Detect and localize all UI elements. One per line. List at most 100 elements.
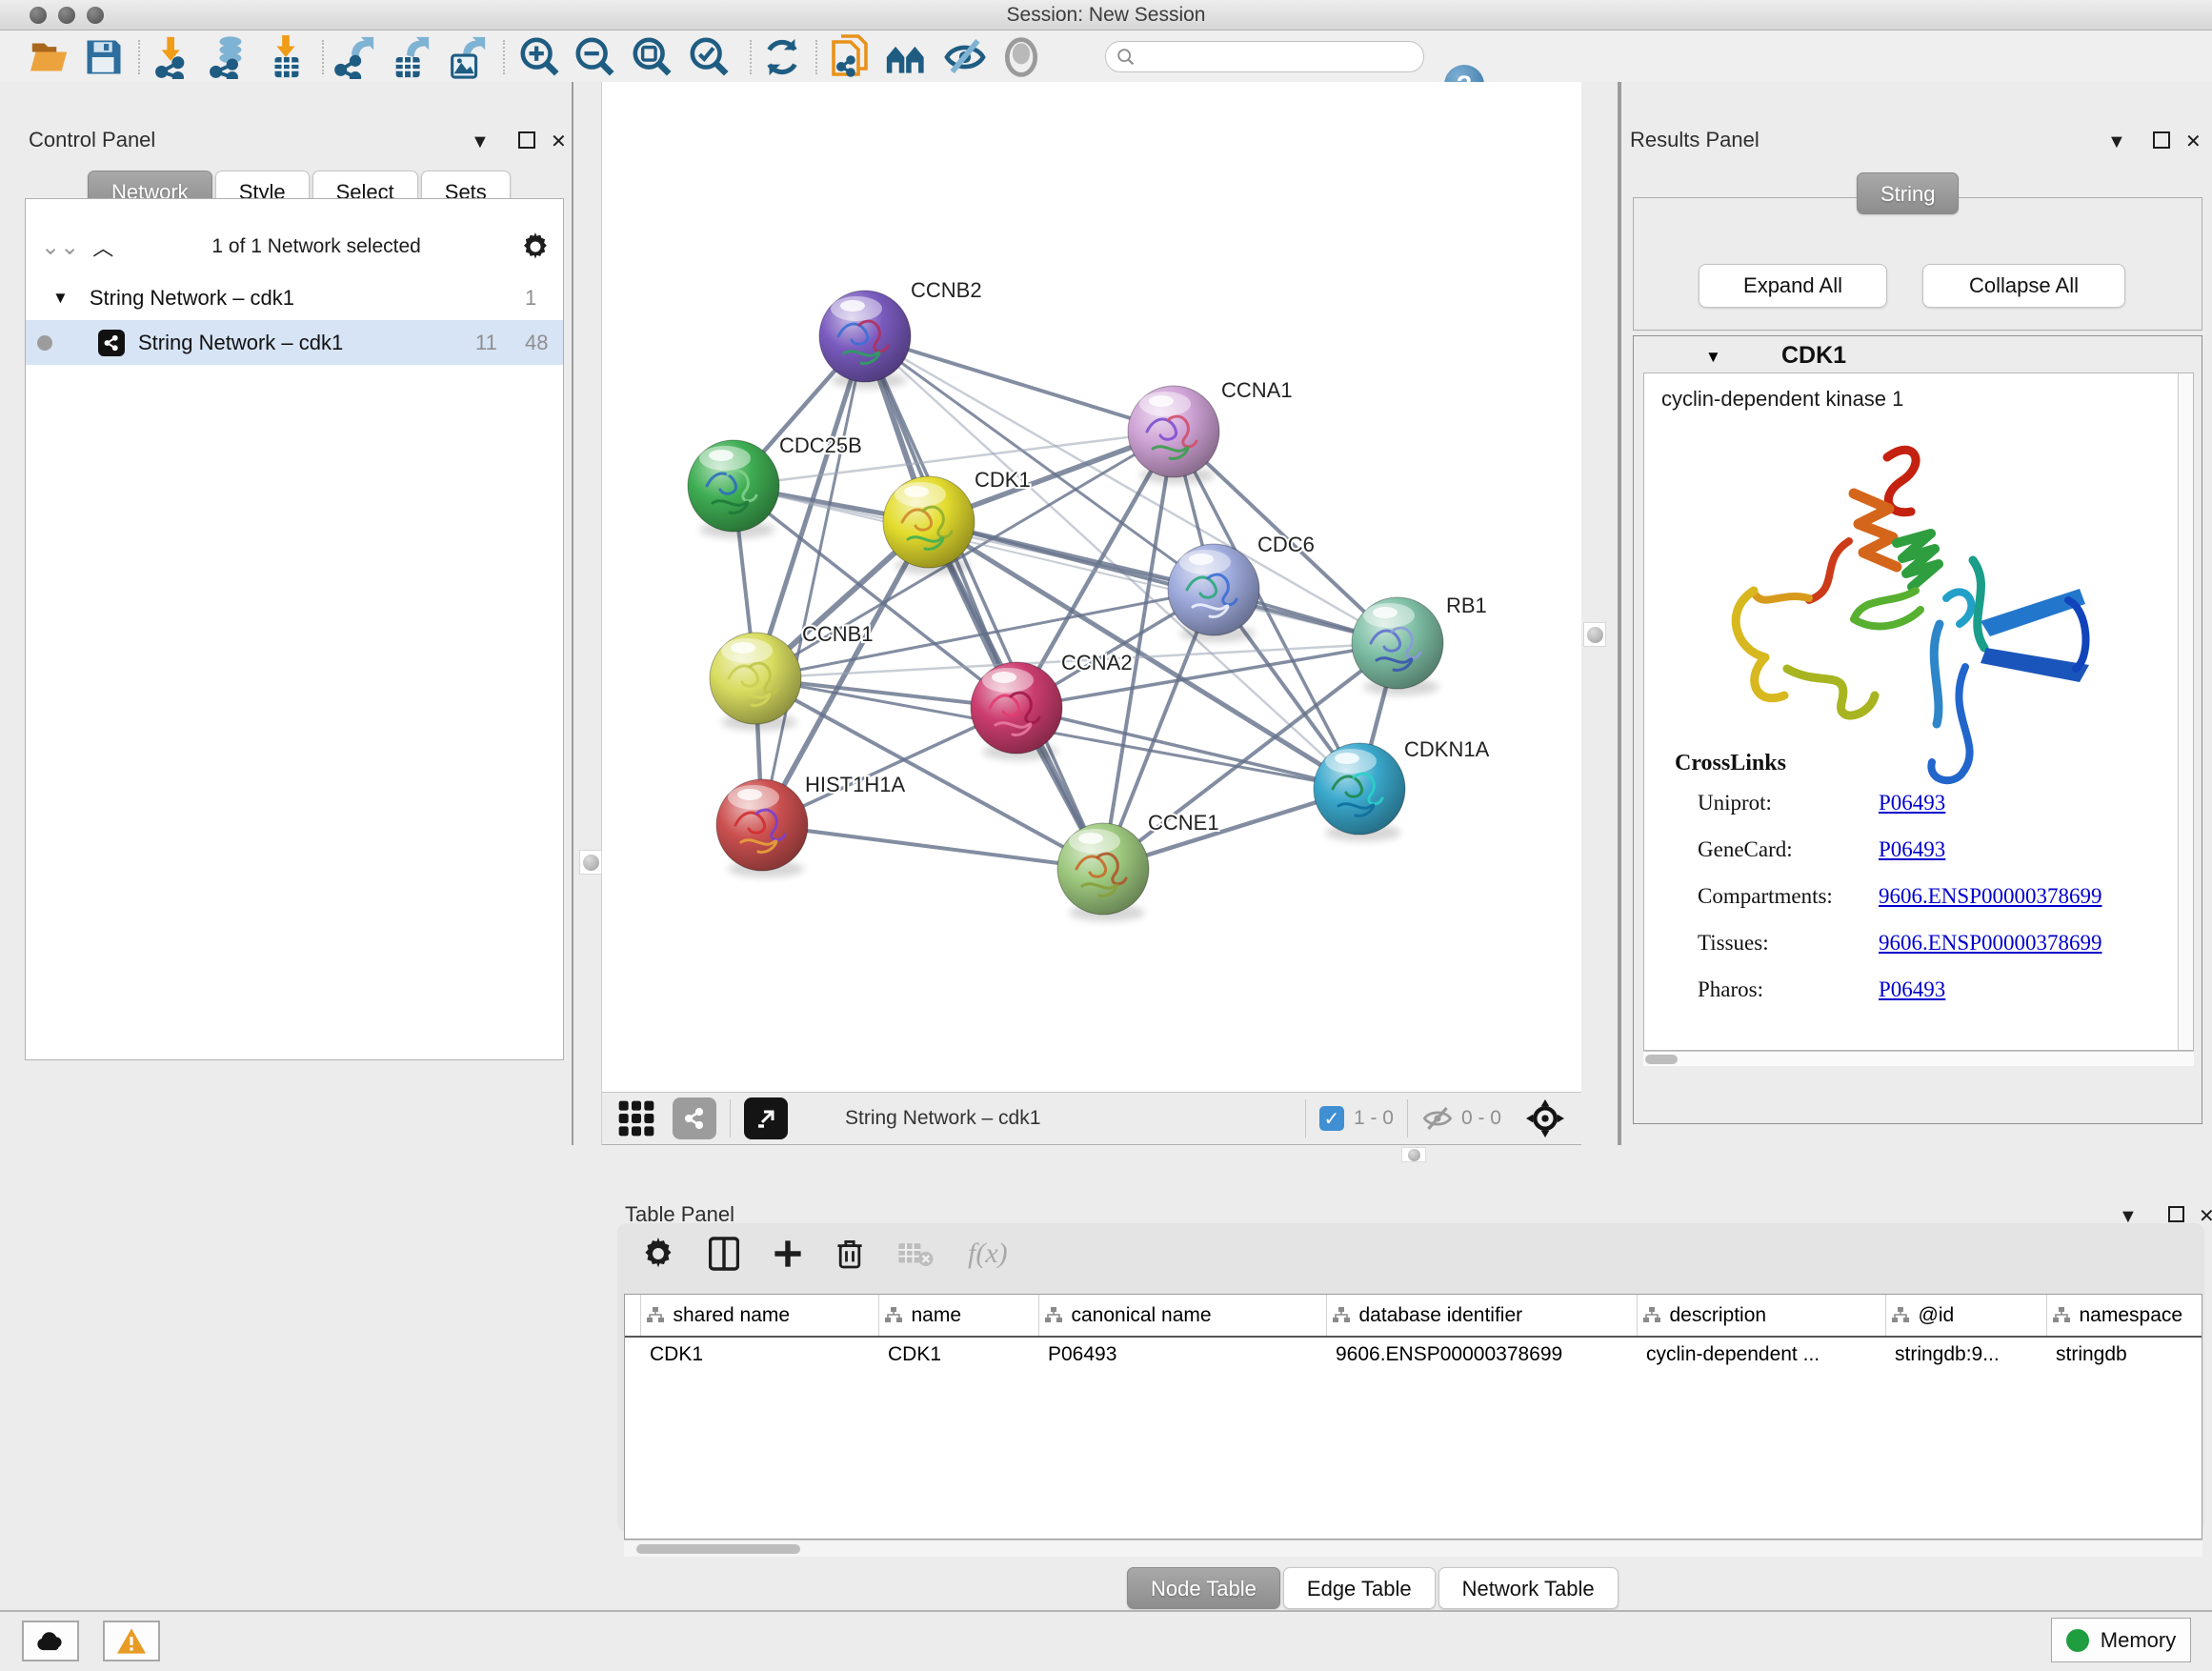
table-column-header-@id[interactable]: @id <box>1885 1295 2046 1337</box>
export-table-button[interactable] <box>387 37 434 77</box>
network-collection-row[interactable]: ▼ String Network – cdk1 1 <box>26 275 563 320</box>
table-cell[interactable]: cyclin-dependent ... <box>1637 1337 1885 1371</box>
table-cell[interactable]: P06493 <box>1038 1337 1326 1371</box>
results-panel-tabs: String <box>1857 172 1961 214</box>
results-panel-collapse-icon[interactable]: ▼ <box>2107 131 2126 153</box>
network-node-CCNB1[interactable] <box>710 633 801 731</box>
crosslink-link[interactable]: P06493 <box>1879 977 1945 1002</box>
control-panel-close-icon[interactable]: ✕ <box>551 130 567 153</box>
horizontal-splitter[interactable] <box>602 1145 2212 1164</box>
show-all-button[interactable] <box>997 37 1045 77</box>
table-panel-float-icon[interactable] <box>2168 1206 2184 1222</box>
crosslink-link[interactable]: P06493 <box>1879 791 1945 815</box>
network-row[interactable]: String Network – cdk1 11 48 <box>26 320 563 365</box>
search-input[interactable] <box>1136 45 1423 69</box>
table-column-header-shared-name[interactable]: shared name <box>640 1295 878 1337</box>
delete-table-icon[interactable] <box>897 1239 934 1268</box>
table-cell[interactable]: CDK1 <box>640 1337 878 1371</box>
crosslink-row: Tissues:9606.ENSP00000378699 <box>1698 931 2174 956</box>
results-horizontal-scrollbar[interactable] <box>1643 1051 2194 1066</box>
delete-column-trash-icon[interactable] <box>836 1237 863 1271</box>
results-panel-close-icon[interactable]: ✕ <box>2185 130 2202 153</box>
save-session-button[interactable] <box>80 37 128 77</box>
table-cell[interactable]: CDK1 <box>878 1337 1038 1371</box>
table-cell[interactable]: stringdb <box>2046 1337 2202 1371</box>
detach-view-icon[interactable] <box>744 1097 788 1139</box>
network-node-RB1[interactable] <box>1352 597 1443 695</box>
network-share-view-icon[interactable] <box>673 1097 716 1139</box>
export-network-button[interactable] <box>332 37 379 77</box>
tab-string[interactable]: String <box>1857 172 1959 214</box>
add-column-icon[interactable] <box>774 1238 802 1270</box>
network-node-CCNA1[interactable] <box>1128 386 1219 484</box>
cloud-button[interactable] <box>22 1621 79 1661</box>
protein-expand-arrow-icon[interactable]: ▼ <box>1705 348 1721 367</box>
tab-node-table[interactable]: Node Table <box>1127 1567 1280 1609</box>
results-hscroll-thumb[interactable] <box>1645 1055 1678 1064</box>
network-canvas[interactable]: CCNB2CCNA1CDC25BCDK1CDC6RB1CCNB1CCNA2CDK… <box>602 82 1581 1092</box>
import-table-button[interactable] <box>262 37 310 77</box>
network-label: String Network – cdk1 <box>138 331 343 355</box>
import-network-file-button[interactable] <box>151 37 198 77</box>
zoom-selected-button[interactable] <box>686 37 734 77</box>
control-panel-collapse-icon[interactable]: ▼ <box>471 131 490 153</box>
show-columns-icon[interactable] <box>709 1237 739 1271</box>
network-node-CCNE1[interactable] <box>1057 823 1149 921</box>
left-splitter[interactable] <box>572 82 602 1145</box>
apply-layout-button[interactable] <box>758 37 806 77</box>
control-panel-float-icon[interactable] <box>518 131 535 149</box>
table-column-header-database-identifier[interactable]: database identifier <box>1326 1295 1637 1337</box>
protein-detail-box: cyclin-dependent kinase 1 <box>1643 372 2194 1051</box>
search-box[interactable] <box>1105 41 1424 72</box>
export-image-button[interactable] <box>443 37 491 77</box>
crosslink-link[interactable]: 9606.ENSP00000378699 <box>1879 931 2102 956</box>
collection-expand-arrow-icon[interactable]: ▼ <box>52 289 69 308</box>
open-session-button[interactable] <box>26 37 73 77</box>
network-node-CDC25B[interactable] <box>688 440 779 538</box>
network-node-HIST1H1A[interactable] <box>716 779 808 877</box>
birds-eye-toggle-icon[interactable] <box>1526 1099 1564 1137</box>
table-horizontal-scrollbar[interactable] <box>624 1540 2202 1557</box>
right-splitter[interactable] <box>1581 82 1619 1145</box>
zoom-in-button[interactable] <box>516 37 564 77</box>
table-column-header-description[interactable]: description <box>1637 1295 1885 1337</box>
crosslink-link[interactable]: 9606.ENSP00000378699 <box>1879 884 2102 909</box>
table-hscroll-thumb[interactable] <box>636 1544 800 1554</box>
collapse-all-networks-icon[interactable]: ︿ <box>92 232 111 262</box>
grid-view-icon[interactable] <box>617 1099 655 1137</box>
warning-button[interactable] <box>103 1621 160 1661</box>
network-node-CDKN1A[interactable] <box>1314 743 1405 841</box>
import-network-database-button[interactable] <box>205 37 252 77</box>
first-neighbors-button[interactable] <box>884 37 932 77</box>
memory-button[interactable]: Memory <box>2051 1618 2191 1662</box>
clone-network-button[interactable] <box>827 37 875 77</box>
tab-edge-table[interactable]: Edge Table <box>1283 1567 1436 1609</box>
table-settings-gear-icon[interactable] <box>642 1238 674 1270</box>
expand-all-networks-icon[interactable]: ⌄⌄ <box>41 233 79 261</box>
hide-selected-button[interactable] <box>941 37 989 77</box>
left-splitter-collapse-handle[interactable] <box>579 850 602 875</box>
node-label-CCNB2: CCNB2 <box>911 278 982 302</box>
table-cell[interactable]: 9606.ENSP00000378699 <box>1326 1337 1637 1371</box>
table-column-header-canonical-name[interactable]: canonical name <box>1038 1295 1326 1337</box>
results-vertical-scrollbar[interactable] <box>2178 373 2193 1050</box>
table-column-header-namespace[interactable]: namespace <box>2046 1295 2202 1337</box>
results-panel-float-icon[interactable] <box>2153 131 2170 149</box>
network-options-gear-icon[interactable] <box>521 232 550 261</box>
function-builder-icon[interactable]: f(x) <box>968 1238 1008 1270</box>
zoom-fit-button[interactable] <box>629 37 676 77</box>
collection-label: String Network – cdk1 <box>90 286 294 311</box>
table-cell[interactable]: stringdb:9... <box>1885 1337 2046 1371</box>
selected-checkbox-icon[interactable]: ✓ <box>1319 1106 1344 1131</box>
network-node-CDK1[interactable] <box>883 476 975 574</box>
right-splitter-collapse-handle[interactable] <box>1583 622 1606 647</box>
zoom-out-button[interactable] <box>572 37 619 77</box>
table-row[interactable]: CDK1CDK1P064939606.ENSP00000378699cyclin… <box>625 1337 2202 1371</box>
table-column-header-name[interactable]: name <box>878 1295 1038 1337</box>
expand-all-button[interactable]: Expand All <box>1699 264 1887 308</box>
tab-network-table[interactable]: Network Table <box>1438 1567 1619 1609</box>
node-label-CDK1: CDK1 <box>975 468 1031 492</box>
collapse-all-button[interactable]: Collapse All <box>1922 264 2125 308</box>
crosslink-link[interactable]: P06493 <box>1879 837 1945 862</box>
horizontal-splitter-handle[interactable] <box>1401 1147 1426 1162</box>
